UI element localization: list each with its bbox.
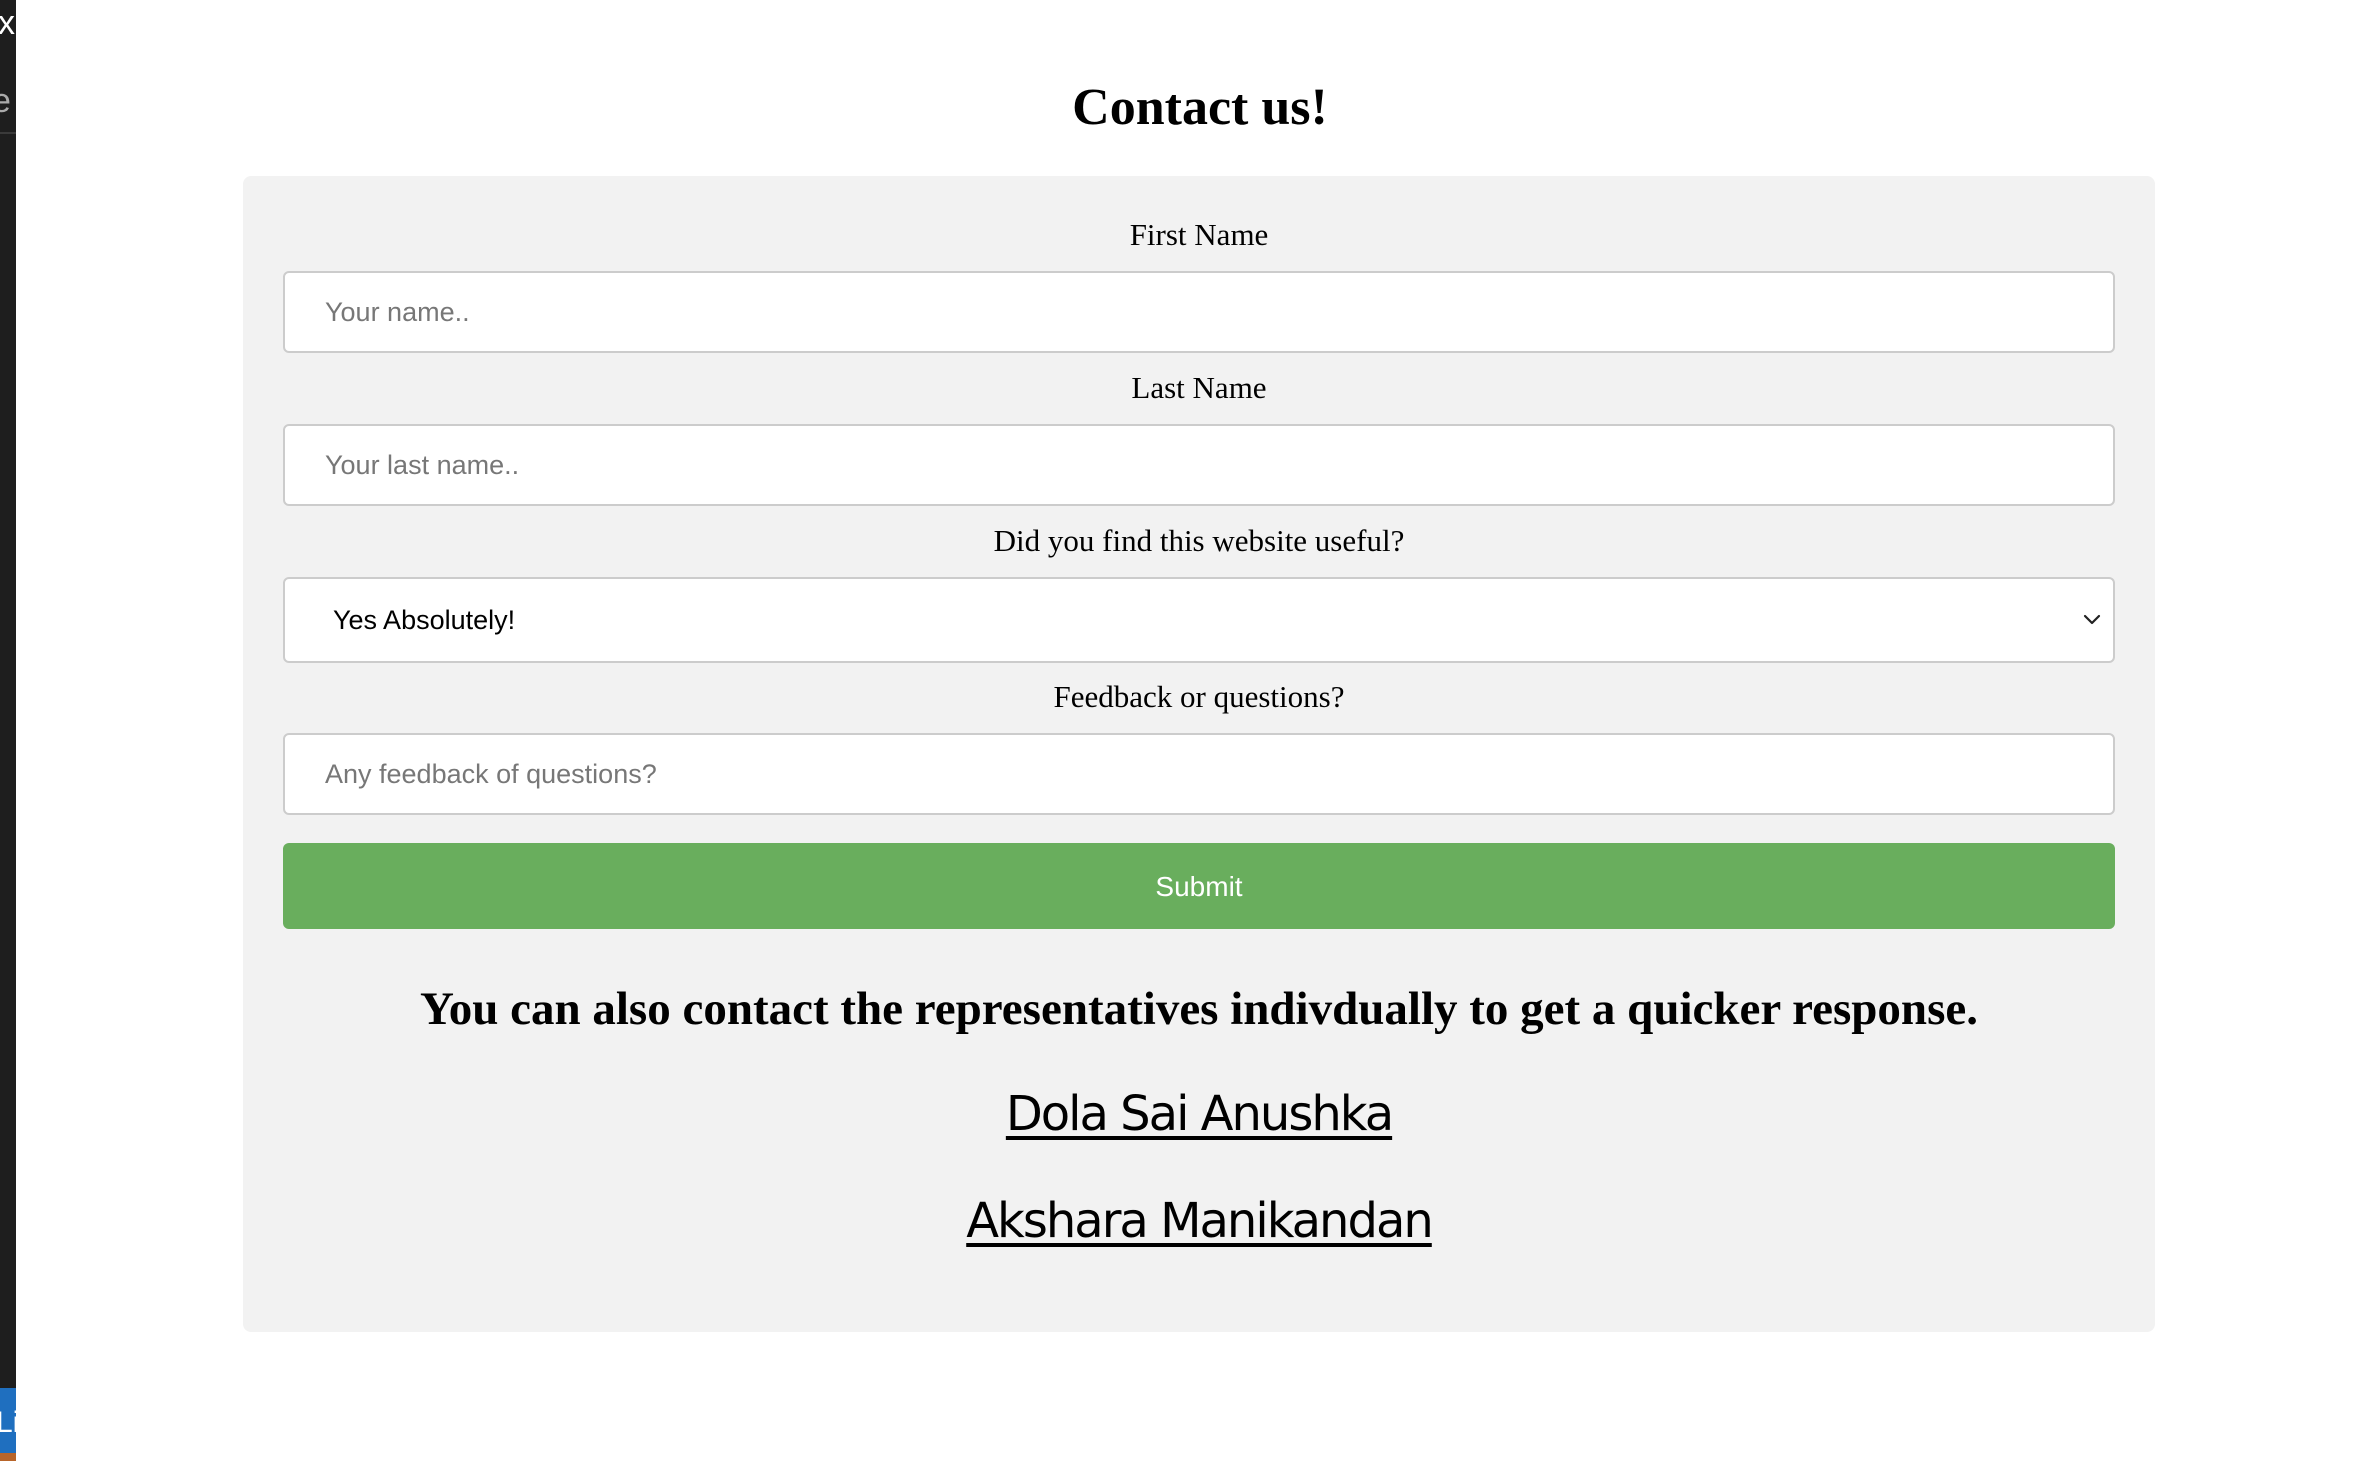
useful-question-label: Did you find this website useful? [993,523,1405,558]
last-name-input[interactable] [283,424,2115,506]
edge-badge[interactable]: Li [0,1388,16,1461]
chevron-down-icon [2083,614,2101,625]
edge-close-glyph[interactable]: x [0,4,15,42]
representative-link[interactable]: Akshara Manikandan [243,1189,2155,1253]
representatives-heading: You can also contact the representatives… [420,983,1978,1035]
useful-select[interactable]: Yes Absolutely! [283,577,2115,663]
feedback-input[interactable] [283,733,2115,815]
edge-badge-text: Li [0,1406,16,1439]
page-title: Contact us! [1072,79,1328,136]
first-name-input[interactable] [283,271,2115,353]
last-name-label: Last Name [1131,370,1267,405]
representative-link[interactable]: Dola Sai Anushka [243,1082,2155,1146]
contact-form: First Name Last Name Did you find this w… [243,176,2155,1332]
left-window-edge: x e Li [0,0,16,1461]
useful-select-value: Yes Absolutely! [333,605,516,635]
submit-button[interactable]: Submit [283,843,2115,929]
first-name-label: First Name [1129,217,1269,252]
edge-color-strip [0,1453,16,1461]
feedback-label: Feedback or questions? [1053,679,1345,714]
